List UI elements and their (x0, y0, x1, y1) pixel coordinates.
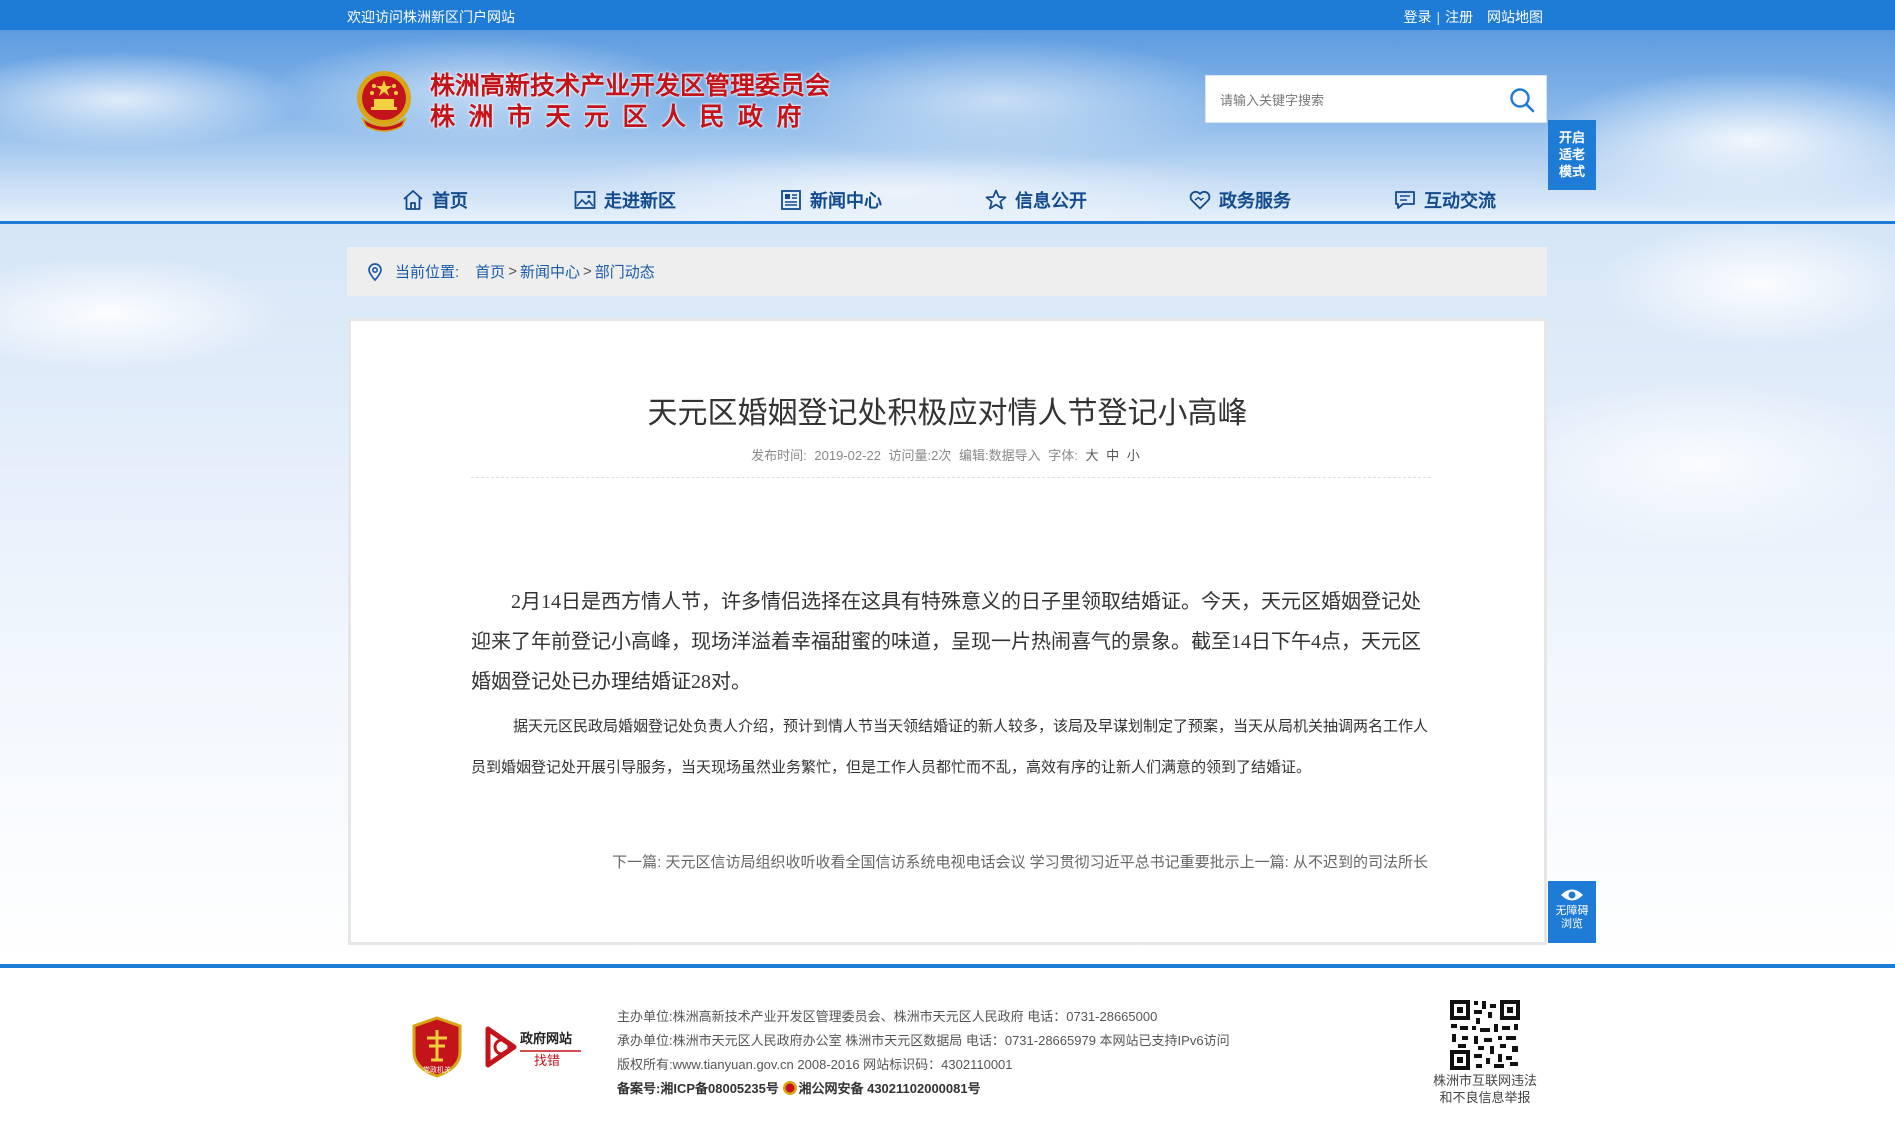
heart-icon (1189, 190, 1211, 210)
font-size-large[interactable]: 大 (1086, 448, 1099, 463)
breadcrumb-label: 当前位置: (395, 264, 460, 281)
accessibility-line1: 无障碍 (1555, 905, 1589, 917)
qr-label-line2: 和不良信息举报 (1439, 1090, 1531, 1105)
party-gov-badge-icon[interactable]: 党政机关 (410, 1016, 464, 1078)
qr-label: 株洲市互联网违法 和不良信息举报 (1420, 1072, 1550, 1106)
site-title[interactable]: 株洲高新技术产业开发区管理委员会 株洲市天元区人民政府 (430, 70, 830, 132)
chat-icon (1395, 191, 1415, 209)
font-size-label: 字体: (1048, 448, 1078, 463)
picture-icon (574, 191, 596, 209)
breadcrumb-news-center[interactable]: 新闻中心 (520, 261, 580, 282)
star-icon (985, 189, 1007, 210)
copyright-value: www.tianyuan.gov.cn 2008-2016 网站标识码：4302… (672, 1057, 1013, 1072)
main-nav: 首页 走进新区 新闻中心 信息公开 政务服务 互动交流 (0, 180, 1895, 220)
search-input[interactable] (1220, 88, 1490, 112)
font-size-medium[interactable]: 中 (1106, 448, 1119, 463)
publish-date: 2019-02-22 (814, 448, 881, 463)
badge2-line2: 找错 (534, 1054, 560, 1069)
search-box (1205, 75, 1547, 123)
next-article-link[interactable]: 天元区信访局组织收听收看全国信访系统电视电话会议 学习贯彻习近平总书记重要批示 (665, 854, 1239, 871)
editor: 编辑:数据导入 (959, 448, 1041, 463)
publish-label: 发布时间: (751, 448, 807, 463)
next-label: 下一篇: (612, 854, 662, 871)
article-pager: 下一篇: 天元区信访局组织收听收看全国信访系统电视电话会议 学习贯彻习近平总书记… (612, 851, 1428, 872)
gov-site-error-badge-icon[interactable]: 政府网站 找错 (484, 1023, 584, 1071)
view-count: 访问量:2次 (888, 448, 952, 463)
qr-code-icon[interactable] (1448, 998, 1522, 1072)
eye-icon (1561, 889, 1583, 901)
footer: 党政机关 政府网站 找错 主办单位:株洲高新技术产业开发区管理委员会、株洲市天元… (0, 964, 1895, 1124)
police-record-link[interactable]: 湘公网安备 43021102000081号 (798, 1081, 980, 1096)
link-separator: | (1436, 9, 1441, 25)
nav-label: 首页 (432, 191, 468, 211)
national-emblem-icon (357, 71, 411, 132)
home-icon (403, 190, 423, 210)
elder-mode-text-1: 开启 (1558, 130, 1585, 145)
welcome-text: 欢迎访问株洲新区门户网站 (347, 9, 515, 25)
host-value: 株洲高新技术产业开发区管理委员会、株洲市天元区人民政府 电话：0731-2866… (672, 1009, 1158, 1024)
footer-copyright: 版权所有:www.tianyuan.gov.cn 2008-2016 网站标识码… (617, 1053, 1230, 1077)
prev-article-link[interactable]: 从不迟到的司法所长 (1293, 854, 1428, 871)
article-meta: 发布时间: 2019-02-22 访问量:2次 编辑:数据导入 字体: 大 中 … (351, 445, 1544, 464)
nav-home[interactable]: 首页 (401, 188, 468, 212)
register-link[interactable]: 注册 (1445, 9, 1473, 25)
accessibility-button[interactable]: 无障碍 浏览 (1548, 881, 1596, 943)
nav-label: 信息公开 (1015, 191, 1087, 211)
nav-about[interactable]: 走进新区 (573, 188, 676, 212)
elder-mode-text-2: 适老 (1558, 147, 1585, 162)
prev-label: 上一篇: (1239, 854, 1289, 871)
qr-label-line1: 株洲市互联网违法 (1432, 1073, 1537, 1088)
breadcrumb-dept-news[interactable]: 部门动态 (595, 261, 655, 282)
meta-divider (471, 477, 1431, 478)
font-size-small[interactable]: 小 (1127, 448, 1140, 463)
location-pin-icon (368, 262, 382, 281)
article-paragraph: 据天元区民政局婚姻登记处负责人介绍，预计到情人节当天领结婚证的新人较多，该局及早… (471, 718, 1429, 776)
badge1-text: 党政机关 (423, 1065, 451, 1074)
nav-label: 新闻中心 (810, 191, 882, 211)
breadcrumb-home[interactable]: 首页 (475, 261, 505, 282)
breadcrumb-separator: > (582, 263, 592, 280)
sitemap-link[interactable]: 网站地图 (1487, 9, 1543, 25)
top-bar: 欢迎访问株洲新区门户网站 登录 | 注册 网站地图 (0, 0, 1895, 30)
breadcrumb: 当前位置: 首页 > 新闻中心 > 部门动态 (347, 247, 1547, 296)
nav-interaction[interactable]: 互动交流 (1393, 188, 1496, 212)
nav-label: 政务服务 (1219, 191, 1291, 211)
footer-info: 主办单位:株洲高新技术产业开发区管理委员会、株洲市天元区人民政府 电话：0731… (617, 1005, 1230, 1101)
undertake-label: 承办单位: (617, 1033, 673, 1048)
footer-undertake: 承办单位:株洲市天元区人民政府办公室 株洲市天元区数据局 电话：0731-286… (617, 1029, 1230, 1053)
top-links: 登录 | 注册 网站地图 (1403, 7, 1543, 27)
nav-label: 走进新区 (604, 191, 676, 211)
nav-label: 互动交流 (1424, 191, 1496, 211)
police-badge-icon (783, 1081, 798, 1095)
accessibility-line2: 浏览 (1561, 918, 1583, 930)
nav-info-public[interactable]: 信息公开 (984, 188, 1087, 212)
newspaper-icon (781, 190, 801, 210)
article-panel: 天元区婚姻登记处积极应对情人节登记小高峰 发布时间: 2019-02-22 访问… (348, 318, 1547, 945)
site-title-line2: 株洲市天元区人民政府 (430, 102, 816, 131)
login-link[interactable]: 登录 (1403, 9, 1431, 25)
undertake-value: 株洲市天元区人民政府办公室 株洲市天元区数据局 电话：0731-28665979… (672, 1033, 1230, 1048)
icp-link[interactable]: 湘ICP备08005235号 (660, 1081, 779, 1096)
footer-host: 主办单位:株洲高新技术产业开发区管理委员会、株洲市天元区人民政府 电话：0731… (617, 1005, 1230, 1029)
footer-record: 备案号:湘ICP备08005235号 湘公网安备 43021102000081号 (617, 1077, 1230, 1101)
search-icon[interactable] (1508, 86, 1536, 114)
host-label: 主办单位: (617, 1009, 673, 1024)
nav-gov-service[interactable]: 政务服务 (1188, 188, 1291, 212)
record-label: 备案号: (617, 1081, 661, 1096)
nav-news[interactable]: 新闻中心 (779, 188, 882, 212)
copyright-label: 版权所有: (617, 1057, 673, 1072)
site-title-line1: 株洲高新技术产业开发区管理委员会 (430, 71, 831, 100)
elder-mode-text-3: 模式 (1558, 164, 1585, 179)
breadcrumb-separator: > (508, 263, 517, 280)
badge2-line1: 政府网站 (520, 1031, 572, 1047)
article-paragraph: 2月14日是西方情人节，许多情侣选择在这具有特殊意义的日子里领取结婚证。今天，天… (471, 591, 1421, 693)
article-title: 天元区婚姻登记处积极应对情人节登记小高峰 (647, 396, 1248, 431)
